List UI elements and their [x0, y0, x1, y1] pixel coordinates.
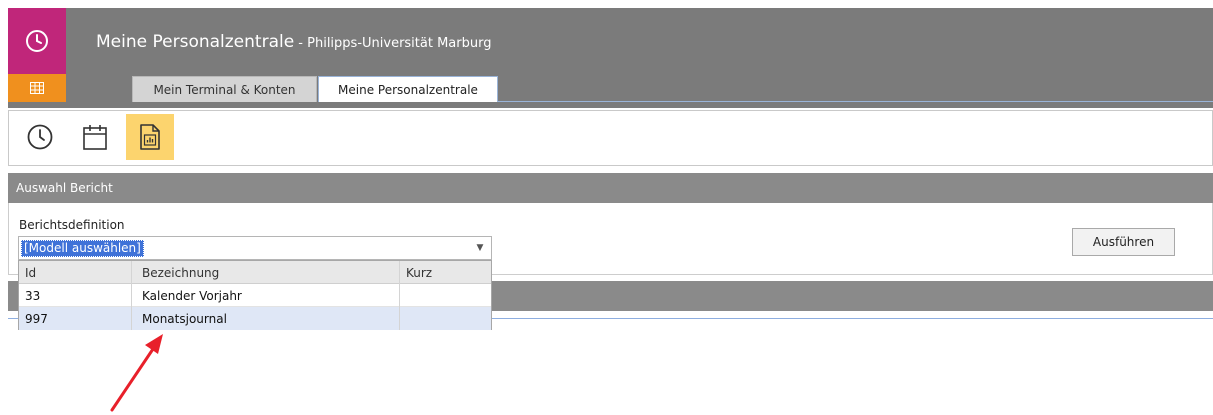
- list-item-name: Kalender Vorjahr: [132, 284, 400, 307]
- list-item-short: [400, 307, 491, 330]
- list-item-name: Monatsjournal: [132, 307, 400, 330]
- panel-title: Auswahl Bericht: [16, 181, 113, 195]
- column-header-bezeichnung: Bezeichnung: [132, 261, 400, 284]
- tab-label: Meine Personalzentrale: [338, 82, 478, 97]
- run-button[interactable]: Ausführen: [1072, 228, 1175, 256]
- list-item-id: 997: [19, 307, 132, 330]
- clock-icon: [26, 30, 48, 52]
- page-title-main: Meine Personalzentrale: [96, 32, 295, 52]
- chevron-down-icon[interactable]: ▼: [469, 237, 491, 259]
- toolbar-clock-button[interactable]: [19, 114, 61, 160]
- run-button-label: Ausführen: [1092, 235, 1155, 249]
- tab-label: Mein Terminal & Konten: [153, 82, 296, 97]
- berichtsdefinition-select[interactable]: [Modell auswählen] ▼: [18, 236, 492, 260]
- tab-terminal-konten[interactable]: Mein Terminal & Konten: [132, 76, 317, 102]
- annotation-arrow-icon: [110, 334, 163, 412]
- tab-underline: [498, 101, 1213, 102]
- side-grid-tile[interactable]: [8, 74, 66, 102]
- list-item-id: 33: [19, 284, 132, 307]
- toolbar-report-button[interactable]: [126, 114, 174, 160]
- select-value: [Modell auswählen]: [21, 240, 144, 257]
- side-clock-tile[interactable]: [8, 8, 66, 74]
- select-dropdown-list: Id Bezeichnung Kurz 33 Kalender Vorjahr …: [18, 260, 492, 330]
- page-title: Meine Personalzentrale - Philipps-Univer…: [96, 32, 491, 52]
- page-title-sub: - Philipps-Universität Marburg: [294, 36, 492, 51]
- list-item[interactable]: 33 Kalender Vorjahr: [19, 284, 491, 307]
- panel-header: Auswahl Bericht: [8, 173, 1213, 203]
- dropdown-header-row: Id Bezeichnung Kurz: [19, 261, 491, 284]
- calendar-icon: [83, 125, 107, 150]
- app-window: Meine Personalzentrale - Philipps-Univer…: [0, 0, 1213, 415]
- berichtsdefinition-label: Berichtsdefinition: [19, 218, 125, 232]
- column-header-id: Id: [19, 261, 132, 284]
- grid-icon: [30, 82, 44, 94]
- clock-icon: [27, 124, 53, 150]
- column-header-kurz: Kurz: [406, 265, 433, 280]
- tab-personalzentrale[interactable]: Meine Personalzentrale: [318, 76, 498, 102]
- list-item-short: [400, 284, 491, 307]
- list-item-highlighted[interactable]: 997 Monatsjournal: [19, 307, 491, 330]
- report-chart-icon: [140, 124, 160, 150]
- toolbar-calendar-button[interactable]: [74, 114, 116, 160]
- toolbar: [8, 110, 1213, 166]
